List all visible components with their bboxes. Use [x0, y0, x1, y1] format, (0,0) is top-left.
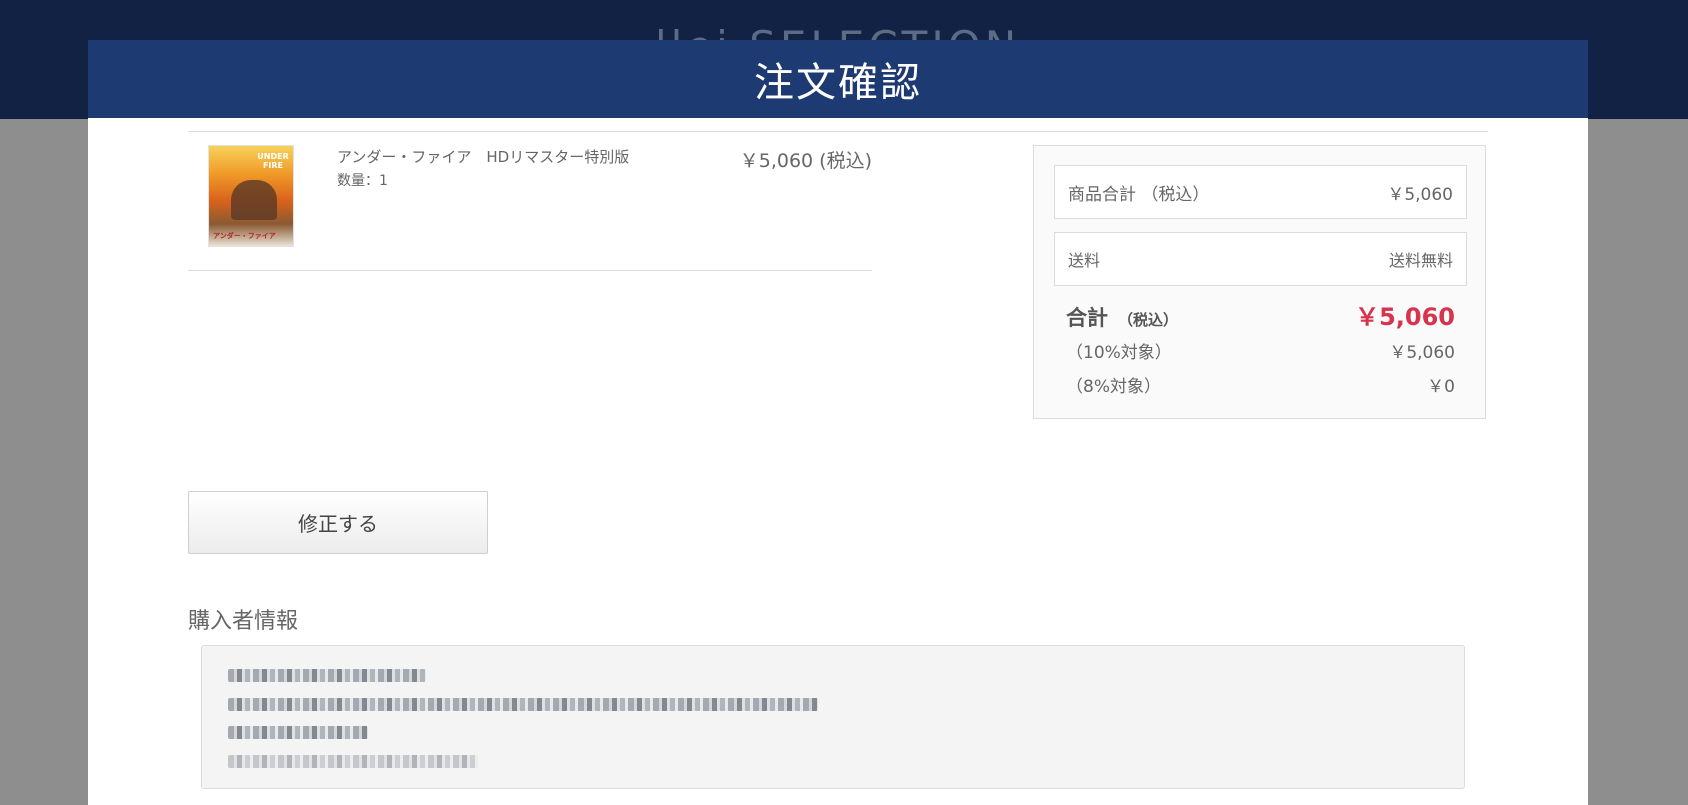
tax10-label: （10%対象）: [1066, 343, 1172, 363]
total-row: 合計 （税込） ￥5,060: [1066, 297, 1455, 332]
product-quantity: 数量：1: [337, 173, 388, 189]
subtotal-value: ￥5,060: [1387, 184, 1453, 205]
buyer-info-box: [201, 645, 1465, 789]
order-summary: 商品合計 （税込） ￥5,060 送料 送料無料 合計 （税込） ￥5,060 （…: [1033, 145, 1486, 419]
tax8-value: ￥0: [1427, 377, 1455, 397]
modal-title: 注文確認: [754, 60, 922, 106]
thumbnail-artwork: [231, 180, 277, 220]
tax10-value: ￥5,060: [1389, 343, 1455, 363]
shipping-row: 送料 送料無料: [1054, 232, 1467, 286]
product-price: ￥5,060 (税込): [739, 150, 872, 172]
subtotal-label: 商品合計 （税込）: [1068, 184, 1210, 205]
total-value: ￥5,060: [1355, 303, 1455, 331]
redacted-buyer-phone: [228, 726, 368, 739]
shipping-value: 送料無料: [1388, 251, 1453, 270]
redacted-buyer-email: [228, 755, 478, 768]
product-thumbnail[interactable]: UNDER FIRE アンダー・ファイア: [208, 145, 294, 247]
redacted-buyer-address: [228, 698, 818, 711]
tax10-row: （10%対象） ￥5,060: [1066, 338, 1455, 363]
shipping-label: 送料: [1068, 251, 1101, 270]
edit-button[interactable]: 修正する: [188, 491, 488, 554]
tax8-row: （8%対象） ￥0: [1066, 372, 1455, 397]
thumbnail-title: UNDER FIRE: [257, 152, 289, 170]
subtotal-row: 商品合計 （税込） ￥5,060: [1054, 165, 1467, 219]
buyer-info-heading: 購入者情報: [188, 609, 299, 634]
total-tax-note: （税込）: [1118, 311, 1179, 329]
modal-header: 注文確認: [88, 40, 1588, 118]
cart-item-row: UNDER FIRE アンダー・ファイア アンダー・ファイア HDリマスター特別…: [188, 132, 872, 271]
order-confirmation-modal: 注文確認 UNDER FIRE アンダー・ファイア アンダー・ファイア HDリマ…: [88, 40, 1588, 805]
tax8-label: （8%対象）: [1066, 377, 1161, 397]
thumbnail-caption: アンダー・ファイア: [213, 232, 276, 240]
redacted-buyer-name: [228, 669, 426, 682]
total-label: 合計: [1066, 306, 1108, 330]
product-name: アンダー・ファイア HDリマスター特別版: [337, 148, 630, 166]
